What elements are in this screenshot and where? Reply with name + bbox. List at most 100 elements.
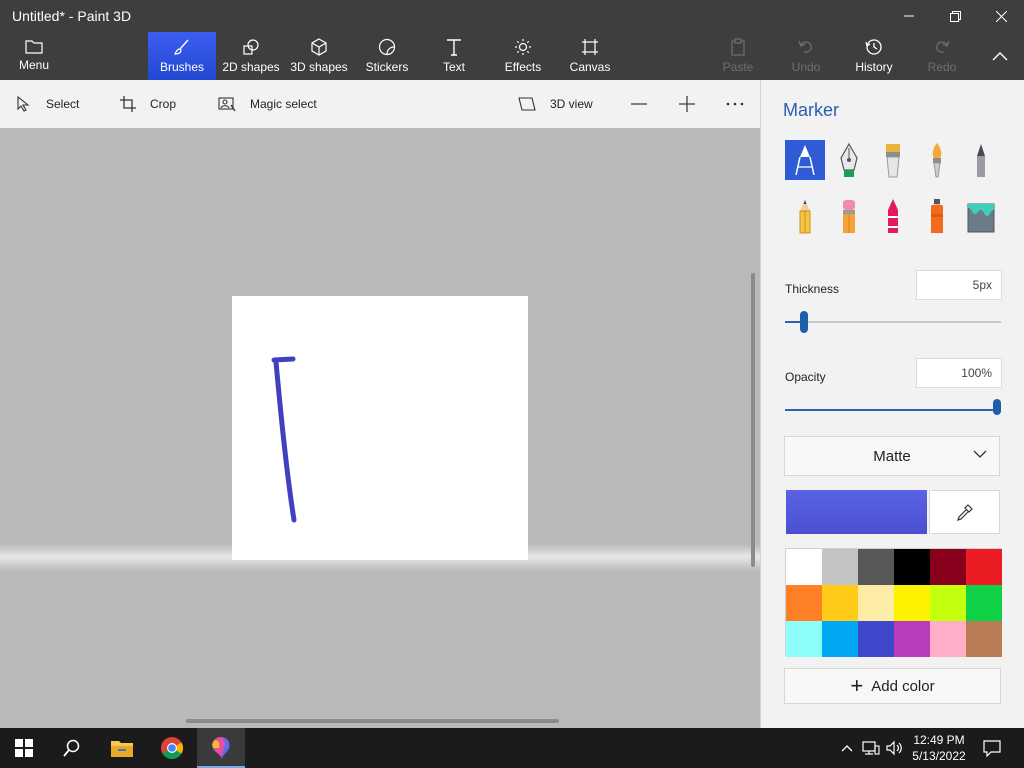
color-swatch[interactable] xyxy=(822,585,858,621)
3d-shapes-icon xyxy=(311,38,327,56)
finish-dropdown[interactable]: Matte xyxy=(784,436,1000,476)
redo-icon xyxy=(936,40,950,53)
collapse-ribbon-button[interactable] xyxy=(980,32,1020,80)
paint-3d-button[interactable] xyxy=(197,728,245,768)
tab-label: Stickers xyxy=(365,60,409,74)
color-swatch[interactable] xyxy=(858,621,894,657)
fill-brush[interactable] xyxy=(961,196,1001,236)
more-icon xyxy=(726,102,744,106)
opacity-slider-thumb[interactable] xyxy=(993,399,1001,415)
color-swatch[interactable] xyxy=(822,621,858,657)
crop-tool[interactable]: Crop xyxy=(120,80,176,128)
crayon-brush[interactable] xyxy=(873,196,913,236)
minimize-button[interactable] xyxy=(886,0,932,32)
color-swatch[interactable] xyxy=(966,549,1002,585)
chrome-button[interactable] xyxy=(148,728,196,768)
network-button[interactable] xyxy=(860,728,882,768)
show-hidden-icons-button[interactable] xyxy=(838,728,856,768)
pixel-pen-brush[interactable] xyxy=(961,140,1001,180)
redo-button[interactable]: Redo xyxy=(920,32,964,80)
color-swatch[interactable] xyxy=(894,549,930,585)
drawing-canvas[interactable] xyxy=(232,296,528,560)
color-swatch[interactable] xyxy=(786,549,822,585)
color-swatch[interactable] xyxy=(822,549,858,585)
tab-label: 3D shapes xyxy=(290,60,348,74)
tab-brushes[interactable]: Brushes xyxy=(148,32,216,80)
taskbar: 12:49 PM 5/13/2022 xyxy=(0,728,1024,768)
action-center-button[interactable] xyxy=(978,728,1006,768)
thickness-input[interactable]: 5px xyxy=(916,270,1002,300)
color-swatch[interactable] xyxy=(966,585,1002,621)
zoom-out-button[interactable] xyxy=(630,80,662,128)
color-swatch[interactable] xyxy=(930,549,966,585)
crop-label: Crop xyxy=(150,97,177,111)
color-swatch[interactable] xyxy=(966,621,1002,657)
color-palette xyxy=(785,548,1002,657)
file-explorer-icon xyxy=(111,741,133,757)
tab-stickers[interactable]: Stickers xyxy=(360,32,414,80)
undo-button[interactable]: Undo xyxy=(784,32,828,80)
search-button[interactable] xyxy=(48,728,96,768)
chrome-icon xyxy=(161,737,183,759)
tab-effects[interactable]: Effects xyxy=(498,32,548,80)
menu-button[interactable]: Menu xyxy=(8,32,60,80)
opacity-input[interactable]: 100% xyxy=(916,358,1002,388)
select-label: Select xyxy=(46,97,80,111)
color-swatch[interactable] xyxy=(894,585,930,621)
ribbon: Menu Brushes 2D shapes 3D shapes Sticker… xyxy=(0,32,1024,80)
plus-icon: + xyxy=(850,673,864,698)
select-tool[interactable]: Select xyxy=(16,80,79,128)
close-button[interactable] xyxy=(978,0,1024,32)
fill-bucket-icon xyxy=(967,203,995,233)
eyedropper-button[interactable] xyxy=(929,490,1000,534)
eraser-brush[interactable] xyxy=(829,196,869,236)
calligraphy-pen-brush[interactable] xyxy=(829,140,869,180)
restore-button[interactable] xyxy=(932,0,978,32)
spray-can-brush[interactable] xyxy=(917,196,957,236)
clock[interactable]: 12:49 PM 5/13/2022 xyxy=(904,732,974,764)
more-options-button[interactable] xyxy=(726,80,758,128)
vertical-scrollbar[interactable] xyxy=(751,273,755,567)
color-swatch[interactable] xyxy=(786,585,822,621)
panel-title: Marker xyxy=(783,100,840,120)
current-color-swatch[interactable] xyxy=(786,490,927,534)
magic-select-label: Magic select xyxy=(250,97,317,111)
pencil-brush[interactable] xyxy=(785,196,825,236)
eraser-icon xyxy=(843,200,855,233)
horizontal-scrollbar[interactable] xyxy=(186,719,559,723)
marker-brush[interactable] xyxy=(785,140,825,180)
undo-icon xyxy=(798,40,812,53)
window-title: Untitled* - Paint 3D xyxy=(12,8,132,24)
thickness-slider-thumb[interactable] xyxy=(800,311,808,333)
color-swatch[interactable] xyxy=(930,621,966,657)
eyedropper-icon xyxy=(956,504,973,521)
start-button[interactable] xyxy=(0,728,48,768)
add-color-button[interactable]: + Add color xyxy=(784,668,1001,704)
magic-select-tool[interactable]: Magic select xyxy=(218,80,317,128)
tab-label: 2D shapes xyxy=(222,60,280,74)
color-swatch[interactable] xyxy=(858,549,894,585)
chevron-down-icon xyxy=(973,450,987,458)
volume-button[interactable] xyxy=(884,728,906,768)
tab-2d-shapes[interactable]: 2D shapes xyxy=(220,32,282,80)
pixel-pen-icon xyxy=(977,144,985,177)
tab-canvas[interactable]: Canvas xyxy=(566,32,614,80)
paste-button[interactable]: Paste xyxy=(716,32,760,80)
thickness-slider-track[interactable] xyxy=(785,321,1001,323)
3d-view-toggle[interactable]: 3D view xyxy=(518,80,593,128)
search-icon xyxy=(63,739,80,757)
color-swatch[interactable] xyxy=(786,621,822,657)
workspace[interactable] xyxy=(0,128,760,728)
oil-brush[interactable] xyxy=(873,140,913,180)
tab-text[interactable]: Text xyxy=(432,32,476,80)
zoom-in-button[interactable] xyxy=(678,80,710,128)
color-swatch[interactable] xyxy=(930,585,966,621)
history-button[interactable]: History xyxy=(850,32,898,80)
oil-brush-icon xyxy=(886,144,900,178)
color-swatch[interactable] xyxy=(858,585,894,621)
3d-view-label: 3D view xyxy=(550,97,593,111)
watercolor-brush[interactable] xyxy=(917,140,957,180)
file-explorer-button[interactable] xyxy=(98,728,146,768)
tab-3d-shapes[interactable]: 3D shapes xyxy=(288,32,350,80)
color-swatch[interactable] xyxy=(894,621,930,657)
